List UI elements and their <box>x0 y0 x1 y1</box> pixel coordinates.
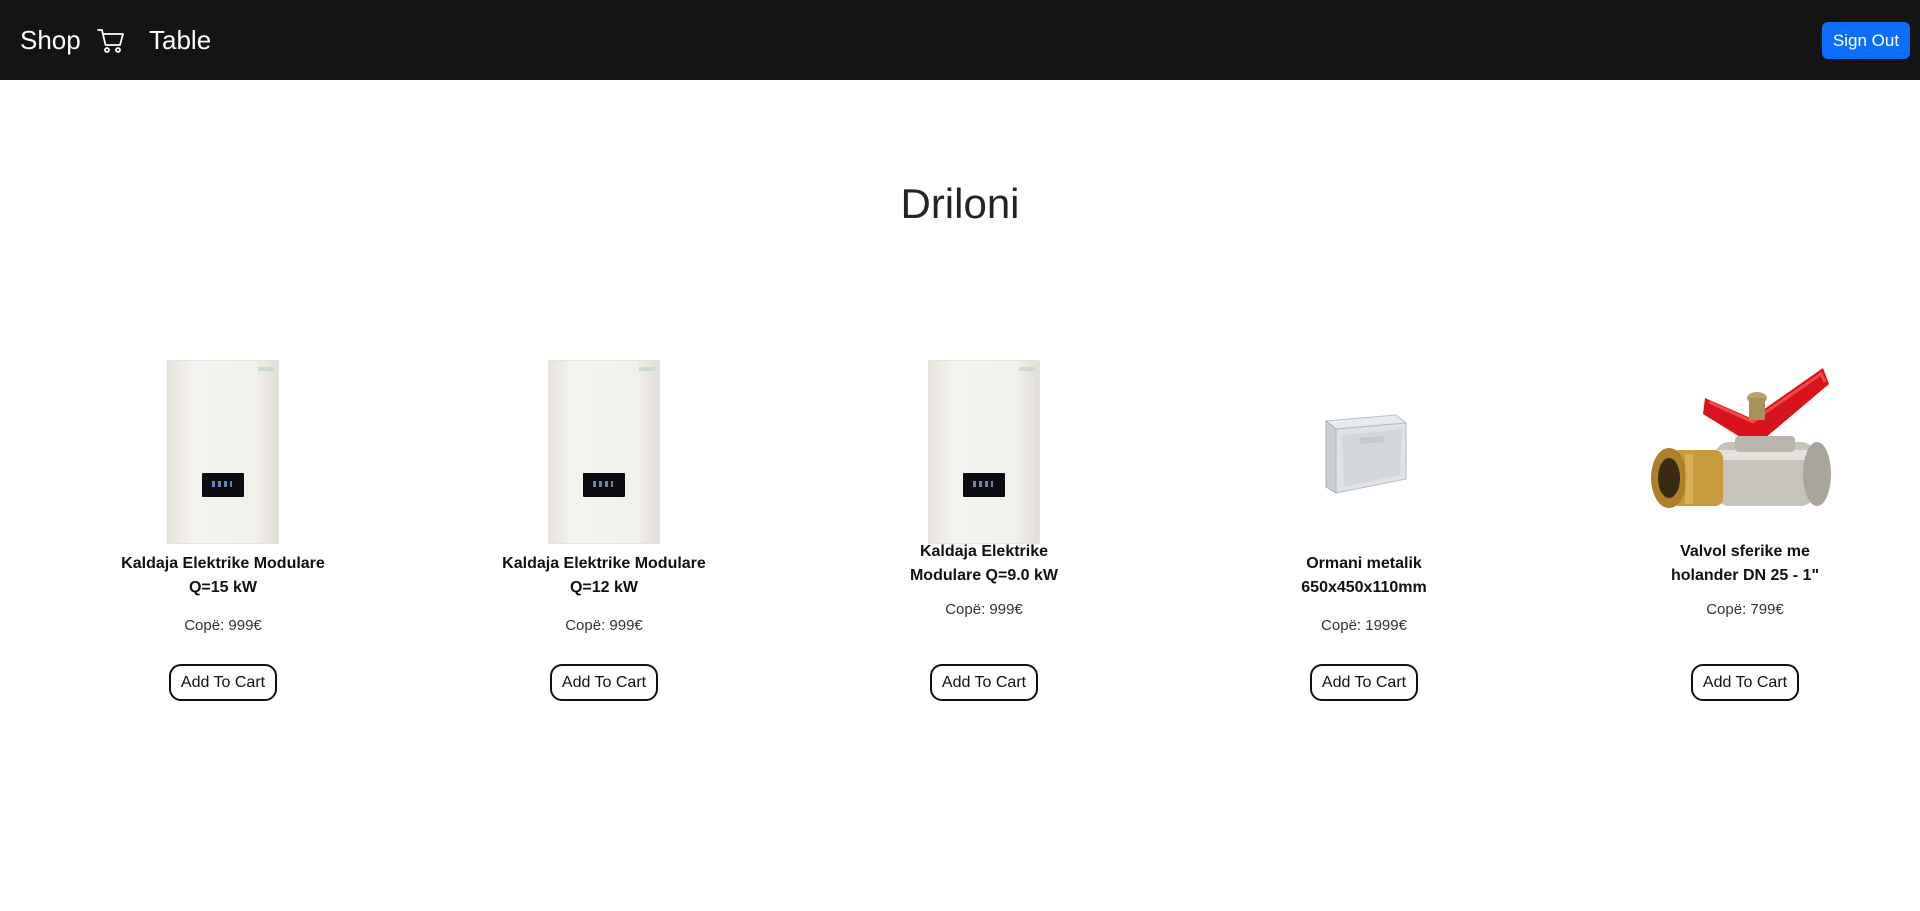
product-name: Kaldaja Elektrike Modulare Q=15 kW <box>121 555 325 596</box>
product-price: Copë: 999€ <box>945 601 1023 618</box>
table-link[interactable]: Table <box>149 24 211 56</box>
ball-valve-image <box>1651 368 1831 508</box>
add-to-cart-button[interactable]: Add To Cart <box>550 664 658 701</box>
product-image <box>504 358 704 544</box>
product-price: Copë: 999€ <box>184 617 262 634</box>
product-card: Valvol sferike me holander DN 25 - 1" Co… <box>1635 358 1855 701</box>
product-price: Copë: 799€ <box>1706 601 1784 618</box>
add-to-cart-button[interactable]: Add To Cart <box>1691 664 1799 701</box>
add-to-cart-button[interactable]: Add To Cart <box>169 664 277 701</box>
metal-cabinet-image <box>1324 414 1408 494</box>
product-image <box>1264 358 1464 544</box>
product-card: Kaldaja Elektrike Modulare Q=12 kW Copë:… <box>494 358 714 701</box>
add-to-cart-button[interactable]: Add To Cart <box>1310 664 1418 701</box>
electric-boiler-image <box>928 360 1040 544</box>
product-price: Copë: 999€ <box>565 617 643 634</box>
product-image <box>884 358 1084 544</box>
product-name: Valvol sferike me holander DN 25 - 1" <box>1670 543 1820 584</box>
add-to-cart-button[interactable]: Add To Cart <box>930 664 1038 701</box>
product-card: Kaldaja Elektrike Modulare Q=15 kW Copë:… <box>113 358 333 701</box>
product-image <box>1645 358 1845 544</box>
navbar: Shop Table Sign Out <box>0 0 1920 80</box>
page-title: Driloni <box>900 180 1020 227</box>
electric-boiler-image <box>167 360 279 544</box>
electric-boiler-image <box>548 360 660 544</box>
brand-link[interactable]: Shop <box>20 24 81 56</box>
shopping-cart-icon[interactable] <box>96 26 126 56</box>
product-card: Kaldaja Elektrike Modulare Q=9.0 kW Copë… <box>874 358 1094 701</box>
product-price: Copë: 1999€ <box>1321 617 1407 634</box>
product-name: Kaldaja Elektrike Modulare Q=12 kW <box>502 555 706 596</box>
product-name: Ormani metalik 650x450x110mm <box>1301 555 1427 596</box>
sign-out-button[interactable]: Sign Out <box>1822 22 1910 59</box>
product-name: Kaldaja Elektrike Modulare Q=9.0 kW <box>909 543 1059 584</box>
product-image <box>123 358 323 544</box>
product-card: Ormani metalik 650x450x110mm Copë: 1999€… <box>1254 358 1474 701</box>
